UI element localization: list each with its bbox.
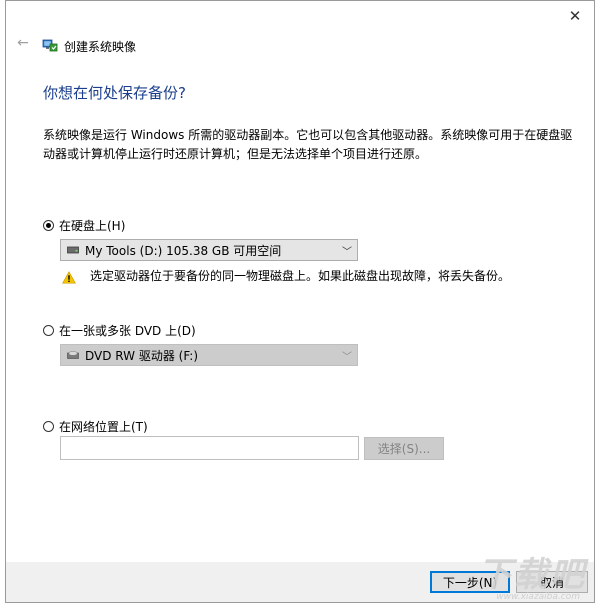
radio-network-label: 在网络位置上(T) [59,420,148,434]
hard-disk-drive-value: My Tools (D:) 105.38 GB 可用空间 [85,243,282,258]
network-path-input[interactable] [60,436,359,460]
radio-dvd[interactable]: 在一张或多张 DVD 上(D) [43,322,196,339]
dvd-drive-icon [67,351,79,359]
hard-disk-drive-select[interactable]: My Tools (D:) 105.38 GB 可用空间 ﹀ [60,239,358,261]
dvd-drive-select: DVD RW 驱动器 (F:) ﹀ [60,344,358,366]
page-heading: 你想在何处保存备份? [43,84,186,102]
radio-hard-disk-indicator[interactable] [43,220,54,231]
warning-text: 选定驱动器位于要备份的同一物理磁盘上。如果此磁盘出现故障，将丢失备份。 [90,269,511,283]
dialog-window: ✕ ← 创建系统映像 你想在何处保存备份? 系统映像是运行 Windows 所需… [5,0,595,603]
system-image-icon [42,39,58,52]
chevron-down-icon: ﹀ [342,246,352,258]
radio-hard-disk[interactable]: 在硬盘上(H) [43,217,125,234]
watermark-logo: 下载吧 [478,555,586,595]
back-arrow-icon[interactable]: ← [15,35,31,51]
radio-network-indicator[interactable] [43,421,54,432]
description-text: 系统映像是运行 Windows 所需的驱动器副本。它也可以包含其他驱动器。系统映… [43,128,573,161]
watermark-url: www.xiazaiba.com [496,592,580,602]
browse-button: 选择(S)... [364,437,444,460]
dvd-drive-value: DVD RW 驱动器 (F:) [85,348,199,363]
radio-dvd-indicator[interactable] [43,325,54,336]
hard-drive-icon [67,246,79,254]
close-button[interactable]: ✕ [566,7,584,25]
chevron-down-icon: ﹀ [342,351,352,363]
radio-network[interactable]: 在网络位置上(T) [43,418,148,435]
radio-dvd-label: 在一张或多张 DVD 上(D) [59,324,196,338]
radio-hard-disk-label: 在硬盘上(H) [59,219,126,233]
window-title: 创建系统映像 [64,40,137,54]
warning-icon [62,271,76,284]
